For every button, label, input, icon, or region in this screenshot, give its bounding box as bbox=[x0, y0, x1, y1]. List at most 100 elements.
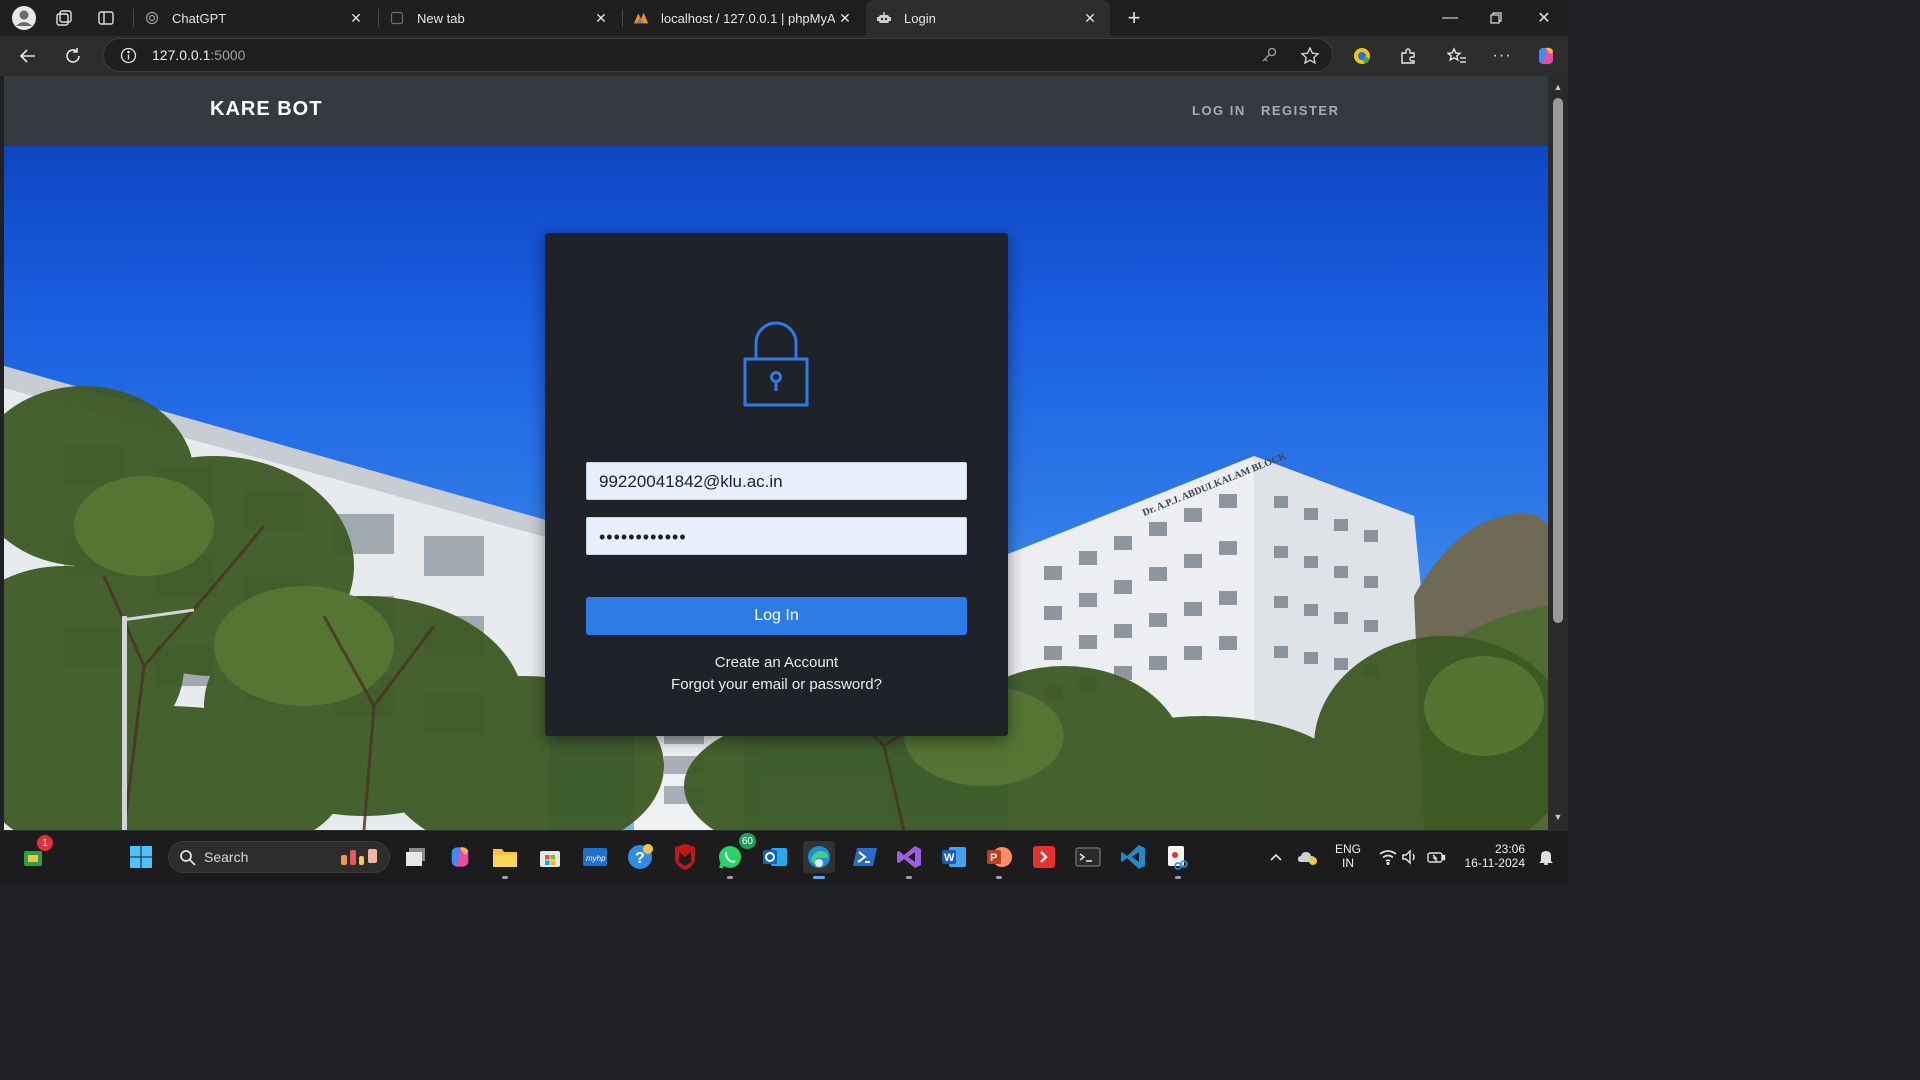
start-windows-icon[interactable] bbox=[125, 841, 157, 873]
active-indicator bbox=[813, 876, 825, 879]
vscode-icon[interactable] bbox=[1117, 841, 1149, 873]
login-button[interactable]: Log In bbox=[586, 597, 967, 635]
chevron-up-icon[interactable] bbox=[1260, 841, 1292, 873]
password-key-icon[interactable] bbox=[1260, 46, 1278, 64]
search-icon bbox=[179, 849, 196, 866]
tab-title: ChatGPT bbox=[172, 10, 227, 26]
close-tab-icon[interactable]: ✕ bbox=[835, 8, 855, 28]
whatsapp-badge: 60 bbox=[738, 833, 756, 849]
login-card: 99220041842@klu.ac.in •••••••••••• Log I… bbox=[545, 233, 1008, 736]
tab-new-tab[interactable]: New tab ✕ bbox=[379, 0, 621, 36]
widgets-badge: 1 bbox=[37, 835, 53, 851]
language-line2: IN bbox=[1342, 856, 1354, 870]
clock-date: 16-11-2024 bbox=[1464, 856, 1526, 870]
phpmyadmin-icon bbox=[633, 10, 649, 26]
word-icon[interactable]: W bbox=[938, 841, 970, 873]
site-info-icon[interactable] bbox=[120, 47, 137, 64]
profile-avatar-icon[interactable] bbox=[2, 0, 46, 36]
web-page: KARE BOT LOG IN REGISTER Dr. A.P.J. ABDU… bbox=[4, 76, 1548, 830]
extensions-puzzle-icon[interactable] bbox=[1392, 40, 1424, 72]
taskbar-search[interactable]: Search bbox=[168, 841, 390, 873]
scroll-down-icon[interactable]: ▼ bbox=[1552, 812, 1564, 824]
widgets-icon[interactable]: 1 bbox=[17, 835, 53, 873]
outlook-icon[interactable] bbox=[759, 841, 791, 873]
get-help-icon[interactable]: ? bbox=[624, 841, 656, 873]
forgot-credentials-link[interactable]: Forgot your email or password? bbox=[545, 676, 1008, 693]
running-indicator bbox=[502, 876, 508, 879]
nav-login-link[interactable]: LOG IN bbox=[1192, 103, 1246, 118]
close-tab-icon[interactable]: ✕ bbox=[591, 8, 611, 28]
onedrive-icon[interactable] bbox=[1292, 841, 1324, 873]
search-highlight-icon bbox=[339, 847, 381, 867]
running-indicator bbox=[906, 876, 912, 879]
copilot-icon[interactable] bbox=[1530, 40, 1562, 72]
minimize-icon[interactable]: — bbox=[1428, 0, 1472, 36]
svg-text:myhp: myhp bbox=[586, 854, 606, 863]
language-indicator[interactable]: ENG IN bbox=[1332, 842, 1364, 870]
windows-taskbar: 1 Search myhp ? 60 W P ENG IN 23:06 16-1… bbox=[0, 830, 1568, 882]
system-clock[interactable]: 23:06 16-11-2024 bbox=[1455, 842, 1529, 870]
powerpoint-icon[interactable]: P bbox=[983, 841, 1015, 879]
close-tab-icon[interactable]: ✕ bbox=[1080, 8, 1100, 28]
email-input[interactable]: 99220041842@klu.ac.in bbox=[586, 462, 967, 500]
edge-browser-icon[interactable] bbox=[803, 841, 835, 879]
new-tab-icon bbox=[389, 10, 405, 26]
reload-icon[interactable] bbox=[57, 40, 89, 72]
url-port: :5000 bbox=[210, 47, 246, 63]
file-explorer-icon[interactable] bbox=[489, 841, 521, 879]
copilot-taskbar-icon[interactable] bbox=[444, 841, 476, 873]
browser-toolbar: 127.0.0.1:5000 ··· bbox=[0, 36, 1568, 76]
microsoft-store-icon[interactable] bbox=[534, 841, 566, 873]
task-view-icon[interactable] bbox=[400, 841, 432, 873]
favorites-list-icon[interactable] bbox=[1441, 40, 1473, 72]
search-label: Search bbox=[204, 849, 249, 865]
clock-time: 23:06 bbox=[1494, 842, 1525, 856]
myhp-icon[interactable]: myhp bbox=[579, 841, 611, 873]
tab-title: Login bbox=[904, 10, 936, 26]
tab-chatgpt[interactable]: ChatGPT ✕ bbox=[134, 0, 376, 36]
page-scrollbar[interactable]: ▲ ▼ bbox=[1548, 76, 1568, 830]
create-account-link[interactable]: Create an Account bbox=[545, 654, 1008, 671]
mcafee-icon[interactable] bbox=[669, 841, 701, 873]
svg-text:P: P bbox=[990, 852, 997, 864]
new-tab-plus-icon[interactable]: + bbox=[1120, 4, 1148, 32]
visual-studio-icon[interactable] bbox=[893, 841, 925, 879]
close-tab-icon[interactable]: ✕ bbox=[346, 8, 366, 28]
restore-icon[interactable] bbox=[1474, 0, 1518, 36]
workspaces-icon[interactable] bbox=[42, 0, 86, 36]
terminal-icon[interactable] bbox=[1072, 841, 1104, 873]
openai-icon bbox=[144, 10, 160, 26]
language-line1: ENG bbox=[1334, 842, 1361, 856]
vertical-tabs-icon[interactable] bbox=[84, 0, 128, 36]
svg-text:?: ? bbox=[635, 850, 645, 867]
password-input[interactable]: •••••••••••• bbox=[586, 517, 967, 555]
nav-register-link[interactable]: REGISTER bbox=[1261, 103, 1339, 118]
running-indicator bbox=[1175, 876, 1181, 879]
git-client-icon[interactable] bbox=[1028, 841, 1060, 873]
tab-phpmyadmin[interactable]: localhost / 127.0.0.1 | phpMyAdm ✕ bbox=[623, 0, 865, 36]
notification-bell-icon[interactable] bbox=[1530, 841, 1562, 873]
android-bot-icon bbox=[876, 10, 892, 26]
url-text: 127.0.0.1:5000 bbox=[152, 47, 245, 63]
whatsapp-icon[interactable]: 60 bbox=[714, 833, 756, 879]
snipping-tool-icon[interactable] bbox=[1162, 841, 1194, 879]
url-host: 127.0.0.1 bbox=[152, 47, 211, 63]
scroll-up-icon[interactable]: ▲ bbox=[1552, 82, 1564, 94]
extension-coupon-icon[interactable] bbox=[1346, 40, 1378, 72]
more-menu-icon[interactable]: ··· bbox=[1486, 40, 1518, 72]
site-navbar: KARE BOT LOG IN REGISTER bbox=[4, 76, 1548, 146]
lock-icon bbox=[740, 321, 812, 416]
tab-title: New tab bbox=[417, 10, 465, 26]
running-indicator bbox=[727, 876, 733, 879]
running-indicator bbox=[996, 876, 1002, 879]
battery-icon[interactable] bbox=[1420, 841, 1452, 873]
site-brand[interactable]: KARE BOT bbox=[210, 98, 322, 121]
tab-login[interactable]: Login ✕ bbox=[866, 0, 1110, 36]
close-window-icon[interactable]: ✕ bbox=[1522, 0, 1566, 36]
back-arrow-icon[interactable] bbox=[12, 40, 44, 72]
address-bar[interactable]: 127.0.0.1:5000 bbox=[103, 38, 1333, 72]
scrollbar-thumb[interactable] bbox=[1553, 98, 1563, 623]
powershell-icon[interactable] bbox=[849, 841, 881, 873]
svg-text:W: W bbox=[944, 852, 955, 864]
favorite-star-icon[interactable] bbox=[1300, 46, 1320, 66]
